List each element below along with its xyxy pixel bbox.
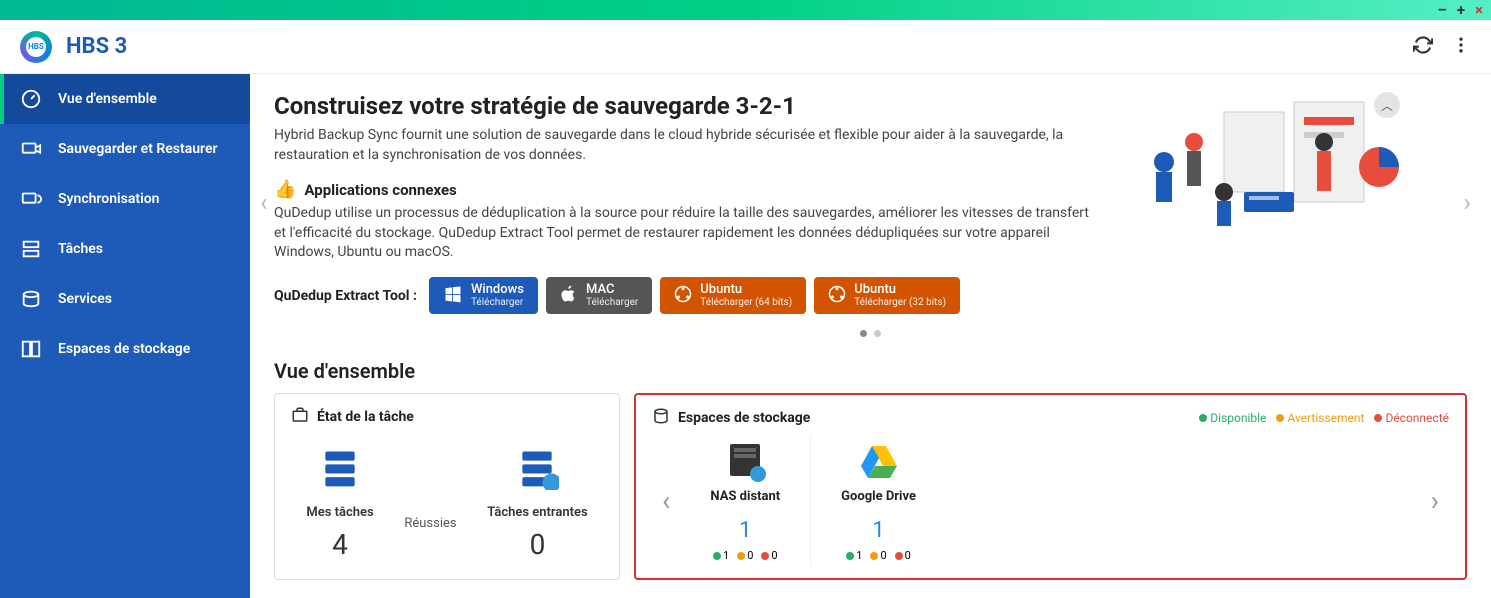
dashboard-icon	[20, 88, 42, 110]
storage-count: 1	[841, 518, 916, 543]
dl-sub: Télécharger	[471, 297, 524, 308]
storage-item-gdrive[interactable]: Google Drive 1 1 0 0	[811, 435, 946, 566]
refresh-icon[interactable]	[1413, 35, 1433, 59]
download-ubuntu64-button[interactable]: UbuntuTélécharger (64 bits)	[660, 277, 806, 314]
windows-icon	[443, 284, 463, 307]
server-in-icon	[487, 446, 587, 499]
minimize-button[interactable]: –	[1437, 1, 1446, 19]
sidebar-item-label: Tâches	[58, 241, 103, 257]
incoming-tasks-count: 0	[487, 528, 587, 561]
related-apps-description: QuDedup utilise un processus de déduplic…	[274, 204, 1104, 263]
download-ubuntu32-button[interactable]: UbuntuTélécharger (32 bits)	[814, 277, 960, 314]
section-title: Vue d'ensemble	[274, 359, 1467, 383]
sidebar-item-tasks[interactable]: Tâches	[0, 224, 250, 274]
sidebar-item-label: Sauvegarder et Restaurer	[58, 141, 218, 157]
legend-available: Disponible	[1210, 411, 1266, 425]
incoming-tasks-label: Tâches entrantes	[487, 505, 587, 520]
storage-count: 1	[710, 518, 780, 543]
my-tasks-col[interactable]: Mes tâches 4	[306, 446, 373, 561]
storage-name: NAS distant	[710, 489, 780, 504]
card-title: État de la tâche	[317, 409, 414, 425]
services-icon	[20, 288, 42, 310]
main-content: ‹ Construisez votre stratégie de sauvega…	[250, 74, 1491, 598]
sidebar: Vue d'ensemble Sauvegarder et Restaurer …	[0, 74, 250, 598]
storage-next-button[interactable]: ›	[1421, 484, 1449, 517]
hero-prev-button[interactable]: ‹	[260, 188, 268, 218]
legend-disconnected: Déconnecté	[1385, 411, 1449, 425]
task-status-card: État de la tâche Mes tâches 4 Réussies T…	[274, 393, 620, 580]
card-title: Espaces de stockage	[678, 410, 810, 426]
more-menu-icon[interactable]	[1451, 35, 1471, 59]
storage-status-counts: 1 0 0	[710, 549, 780, 562]
hero-next-button[interactable]: ›	[1463, 188, 1471, 218]
incoming-tasks-col[interactable]: Tâches entrantes 0	[487, 446, 587, 561]
storage-legend: Disponible Avertissement Déconnecté	[1199, 411, 1449, 425]
ubuntu-icon	[674, 285, 692, 306]
download-mac-button[interactable]: MACTélécharger	[546, 277, 652, 314]
my-tasks-label: Mes tâches	[306, 505, 373, 520]
download-windows-button[interactable]: WindowsTélécharger	[429, 277, 538, 314]
dl-sub: Télécharger (32 bits)	[854, 297, 946, 308]
apple-icon	[560, 284, 578, 307]
dl-os: MAC	[586, 283, 638, 297]
ubuntu-icon	[828, 285, 846, 306]
dl-os: Windows	[471, 283, 524, 297]
dl-os: Ubuntu	[854, 283, 946, 297]
briefcase-icon	[291, 406, 309, 428]
sidebar-item-label: Synchronisation	[58, 191, 159, 207]
storage-item-nas[interactable]: NAS distant 1 1 0 0	[680, 435, 811, 566]
backup-icon	[20, 138, 42, 160]
tool-label: QuDedup Extract Tool :	[274, 288, 417, 304]
server-icon	[306, 446, 373, 499]
app-title: HBS 3	[66, 34, 127, 59]
database-icon	[652, 407, 670, 429]
close-button[interactable]: ×	[1475, 1, 1483, 19]
sidebar-item-label: Vue d'ensemble	[58, 91, 157, 107]
hero-illustration: ︿	[1124, 92, 1404, 252]
storage-prev-button[interactable]: ‹	[652, 484, 680, 517]
hero-title: Construisez votre stratégie de sauvegard…	[274, 92, 1104, 120]
google-drive-icon	[841, 439, 916, 485]
hero-description: Hybrid Backup Sync fournit une solution …	[274, 126, 1104, 165]
collapse-button[interactable]: ︿	[1374, 92, 1400, 118]
sidebar-item-backup[interactable]: Sauvegarder et Restaurer	[0, 124, 250, 174]
legend-warning: Avertissement	[1287, 411, 1364, 425]
carousel-dot[interactable]	[860, 330, 867, 337]
app-logo-icon: HBS	[20, 31, 52, 63]
sidebar-item-sync[interactable]: Synchronisation	[0, 174, 250, 224]
sidebar-item-label: Espaces de stockage	[58, 341, 190, 357]
sidebar-item-services[interactable]: Services	[0, 274, 250, 324]
carousel-dots	[274, 322, 1467, 341]
related-apps-title: Applications connexes	[304, 181, 456, 199]
storage-spaces-card: Espaces de stockage Disponible Avertisse…	[634, 393, 1467, 580]
dl-os: Ubuntu	[700, 283, 792, 297]
storage-icon	[20, 338, 42, 360]
carousel-dot[interactable]	[874, 330, 881, 337]
dl-sub: Télécharger	[586, 297, 638, 308]
my-tasks-count: 4	[306, 528, 373, 561]
dl-sub: Télécharger (64 bits)	[700, 297, 792, 308]
sidebar-item-overview[interactable]: Vue d'ensemble	[0, 74, 250, 124]
success-label: Réussies	[404, 476, 456, 531]
tasks-icon	[20, 238, 42, 260]
storage-name: Google Drive	[841, 489, 916, 504]
nas-icon	[710, 439, 780, 485]
sidebar-item-label: Services	[58, 291, 112, 307]
maximize-button[interactable]: +	[1457, 1, 1465, 19]
app-header: HBS HBS 3	[0, 20, 1491, 74]
hero-banner: ‹ Construisez votre stratégie de sauvega…	[274, 92, 1467, 314]
sidebar-item-storage[interactable]: Espaces de stockage	[0, 324, 250, 374]
window-titlebar: – + ×	[0, 0, 1491, 20]
storage-status-counts: 1 0 0	[841, 549, 916, 562]
sync-icon	[20, 188, 42, 210]
thumbs-up-icon: 👍	[274, 179, 296, 200]
